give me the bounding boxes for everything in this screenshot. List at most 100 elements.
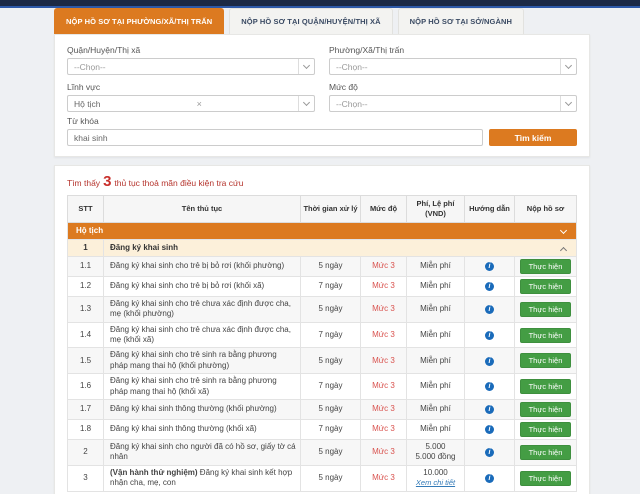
processing-time-cell: 7 ngày (301, 276, 361, 296)
execute-button[interactable]: Thực hiện (520, 259, 572, 274)
level-value: Mức 3 (372, 304, 395, 313)
fee-cell: Miễn phí (407, 256, 465, 276)
tab-nop-ho-so-so-nganh[interactable]: NỘP HỒ SƠ TẠI SỞ/NGÀNH (398, 8, 524, 34)
guide-cell: i (465, 374, 515, 400)
info-icon[interactable]: i (485, 331, 494, 340)
info-icon[interactable]: i (485, 405, 494, 414)
chevron-down-icon (298, 59, 314, 74)
execute-button[interactable]: Thực hiện (520, 279, 572, 294)
level-select[interactable]: --Chọn-- (329, 95, 577, 112)
processing-time-cell: 5 ngày (301, 465, 361, 491)
info-icon[interactable]: i (485, 262, 494, 271)
processing-time-cell: 5 ngày (301, 440, 361, 466)
procedure-name-cell: Đăng ký khai sinh cho trẻ bị bỏ rơi (khố… (104, 256, 301, 276)
ward-select[interactable]: --Chọn-- (329, 58, 577, 75)
group-stt-cell: 1 (68, 239, 104, 256)
domain-select[interactable]: Hộ tịch × (67, 95, 315, 112)
fee-line: Miễn phí (411, 381, 460, 391)
execute-button[interactable]: Thực hiện (520, 353, 572, 368)
fee-line: 5.000 đồng (411, 452, 460, 462)
chevron-down-icon (560, 59, 576, 74)
fee-line: Miễn phí (411, 281, 460, 291)
level-value: Mức 3 (372, 281, 395, 290)
stt-cell: 1.6 (68, 374, 104, 400)
fee-line: Miễn phí (411, 424, 460, 434)
procedure-name-cell: Đăng ký khai sinh thông thường (khối phư… (104, 400, 301, 420)
district-select[interactable]: --Chọn-- (67, 58, 315, 75)
fee-detail-link[interactable]: Xem chi tiết (416, 478, 455, 487)
execute-button[interactable]: Thực hiện (520, 471, 572, 486)
procedure-name-cell: (Vận hành thử nghiệm) Đăng ký khai sinh … (104, 465, 301, 491)
keyword-field: Từ khóa Tìm kiếm (67, 116, 577, 146)
fee-cell: Miễn phí (407, 322, 465, 348)
procedure-group-row[interactable]: 1 Đăng ký khai sinh (68, 239, 577, 256)
procedure-name-cell: Đăng ký khai sinh cho người đã có hồ sơ,… (104, 440, 301, 466)
fee-detail-link-wrap: Xem chi tiết (411, 478, 460, 488)
column-header-2: Thời gian xử lý (301, 196, 361, 223)
stt-cell: 1.4 (68, 322, 104, 348)
table-row: 1.7Đăng ký khai sinh thông thường (khối … (68, 400, 577, 420)
district-select-value: --Chọn-- (74, 62, 106, 72)
procedure-name-cell: Đăng ký khai sinh thông thường (khối xã) (104, 420, 301, 440)
info-icon[interactable]: i (485, 474, 494, 483)
procedure-name-cell: Đăng ký khai sinh cho trẻ sinh ra bằng p… (104, 374, 301, 400)
chevron-down-icon (560, 226, 567, 233)
fee-cell: 10.000Xem chi tiết (407, 465, 465, 491)
fee-cell: Miễn phí (407, 348, 465, 374)
info-icon[interactable]: i (485, 282, 494, 291)
search-button[interactable]: Tìm kiếm (489, 129, 577, 146)
info-icon[interactable]: i (485, 382, 494, 391)
table-row: 3(Vận hành thử nghiệm) Đăng ký khai sinh… (68, 465, 577, 491)
submit-cell: Thực hiện (515, 296, 577, 322)
found-suffix: thủ tục thoả mãn điều kiện tra cứu (114, 178, 243, 188)
info-icon[interactable]: i (485, 357, 494, 366)
stt-cell: 1.1 (68, 256, 104, 276)
submit-cell: Thực hiện (515, 374, 577, 400)
level-cell: Mức 3 (361, 296, 407, 322)
table-row: 2Đăng ký khai sinh cho người đã có hồ sơ… (68, 440, 577, 466)
guide-cell: i (465, 420, 515, 440)
submit-cell: Thực hiện (515, 400, 577, 420)
tab-nop-ho-so-phuong-xa[interactable]: NỘP HỒ SƠ TẠI PHƯỜNG/XÃ/THỊ TRẤN (54, 8, 224, 34)
clear-icon[interactable]: × (192, 99, 207, 109)
submit-cell: Thực hiện (515, 256, 577, 276)
procedure-name-cell: Đăng ký khai sinh cho trẻ sinh ra bằng p… (104, 348, 301, 374)
column-header-1: Tên thủ tục (104, 196, 301, 223)
level-value: Mức 3 (372, 356, 395, 365)
table-row: 1.8Đăng ký khai sinh thông thường (khối … (68, 420, 577, 440)
fee-line: Miễn phí (411, 304, 460, 314)
processing-time-cell: 5 ngày (301, 400, 361, 420)
ward-field: Phường/Xã/Thị trấn --Chọn-- (329, 41, 577, 75)
execute-button[interactable]: Thực hiện (520, 402, 572, 417)
submit-cell: Thực hiện (515, 465, 577, 491)
stt-cell: 1.3 (68, 296, 104, 322)
guide-cell: i (465, 296, 515, 322)
category-row[interactable]: Hộ tịch (68, 222, 577, 239)
fee-cell: Miễn phí (407, 276, 465, 296)
execute-button[interactable]: Thực hiện (520, 422, 572, 437)
table-row: 1.2Đăng ký khai sinh cho trẻ bị bỏ rơi (… (68, 276, 577, 296)
level-value: Mức 3 (372, 330, 395, 339)
execute-button[interactable]: Thực hiện (520, 379, 572, 394)
domain-select-value: Hộ tịch (74, 99, 100, 109)
level-cell: Mức 3 (361, 440, 407, 466)
chevron-down-icon (298, 96, 314, 111)
info-icon[interactable]: i (485, 305, 494, 314)
info-icon[interactable]: i (485, 448, 494, 457)
info-icon[interactable]: i (485, 425, 494, 434)
guide-cell: i (465, 276, 515, 296)
execute-button[interactable]: Thực hiện (520, 302, 572, 317)
execute-button[interactable]: Thực hiện (520, 445, 572, 460)
domain-label: Lĩnh vực (67, 82, 315, 92)
domain-field: Lĩnh vực Hộ tịch × (67, 78, 315, 112)
submit-cell: Thực hiện (515, 276, 577, 296)
group-name: Đăng ký khai sinh (110, 243, 178, 252)
tab-nop-ho-so-quan-huyen[interactable]: NỘP HỒ SƠ TẠI QUẬN/HUYỆN/THỊ XÃ (229, 8, 392, 34)
execute-button[interactable]: Thực hiện (520, 328, 572, 343)
keyword-input[interactable] (67, 129, 483, 146)
column-header-3: Mức độ (361, 196, 407, 223)
search-form-panel: Quận/Huyện/Thị xã --Chọn-- Phường/Xã/Thị… (54, 34, 590, 157)
procedure-name-cell: Đăng ký khai sinh cho trẻ bị bỏ rơi (khố… (104, 276, 301, 296)
processing-time-cell: 7 ngày (301, 420, 361, 440)
level-cell: Mức 3 (361, 348, 407, 374)
